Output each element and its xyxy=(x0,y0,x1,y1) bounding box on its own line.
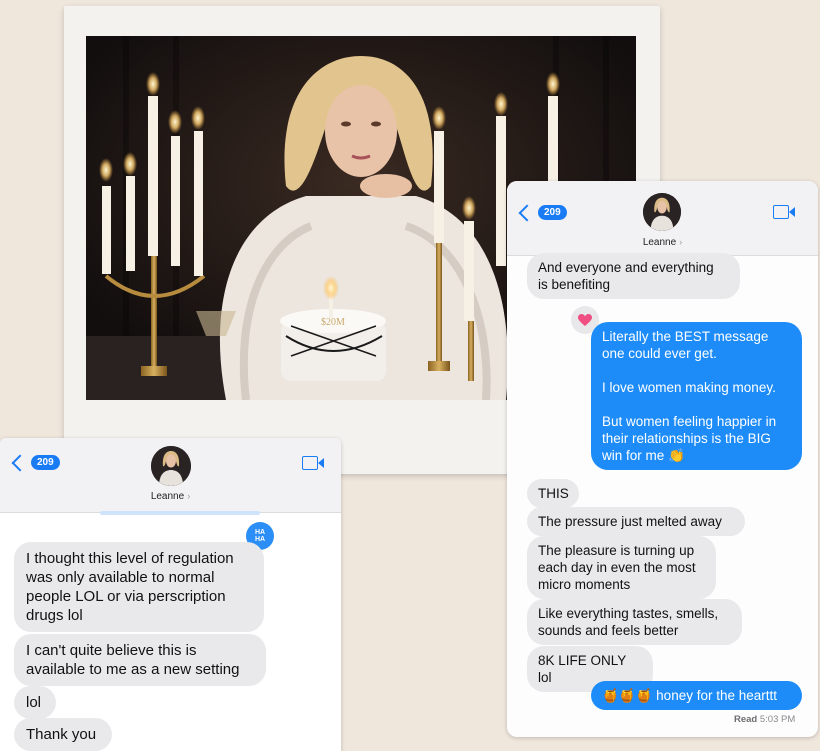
message-bubble-incoming: I thought this level of regulation was o… xyxy=(14,542,264,632)
message-bubble-incoming: Thank you xyxy=(14,718,112,751)
read-label: Read xyxy=(734,714,758,725)
left-chat-screenshot: 209 Leanne › HA HA I thought this level o… xyxy=(0,438,341,751)
previous-message-edge xyxy=(100,511,260,515)
chat-header: 209 Leanne › xyxy=(0,438,341,513)
contact-name-label: Leanne xyxy=(150,491,185,502)
back-button[interactable]: 209 xyxy=(518,204,567,221)
chevron-left-icon xyxy=(518,204,536,221)
read-time: 5:03 PM xyxy=(759,714,796,725)
chevron-right-icon: › xyxy=(187,491,191,501)
unread-count-badge: 209 xyxy=(538,205,567,220)
cake-text: $20M xyxy=(321,317,345,328)
message-bubble-incoming: I can't quite believe this is available … xyxy=(14,634,266,686)
right-chat-screenshot: 209 Leanne › And everyone and everything … xyxy=(507,181,818,737)
video-camera-icon[interactable] xyxy=(773,205,795,219)
message-bubble-incoming: Like everything tastes, smells, sounds a… xyxy=(527,599,742,645)
message-bubble-incoming: The pleasure is turning up each day in e… xyxy=(527,536,716,599)
video-camera-icon[interactable] xyxy=(302,456,324,470)
chevron-left-icon xyxy=(11,454,29,471)
chevron-right-icon: › xyxy=(679,237,683,247)
message-bubble-incoming: The pressure just melted away xyxy=(527,507,745,536)
chat-header: 209 Leanne › xyxy=(507,181,818,256)
avatar[interactable] xyxy=(643,193,681,231)
haha-tapback-label: HA HA xyxy=(254,529,266,543)
message-bubble-outgoing: 🍯🍯🍯 honey for the hearttt xyxy=(591,681,802,710)
unread-count-badge: 209 xyxy=(31,455,60,470)
message-bubble-incoming: And everyone and everything is benefitin… xyxy=(527,253,740,299)
avatar[interactable] xyxy=(151,446,191,486)
message-bubble-incoming: lol xyxy=(14,686,56,719)
back-button[interactable]: 209 xyxy=(11,454,60,471)
contact-name[interactable]: Leanne › xyxy=(507,237,818,248)
message-bubble-incoming: THIS xyxy=(527,479,579,508)
message-bubble-outgoing: Literally the BEST message one could eve… xyxy=(591,322,802,470)
read-receipt: Read 5:03 PM xyxy=(734,714,795,725)
contact-name[interactable]: Leanne › xyxy=(0,491,341,502)
contact-name-label: Leanne xyxy=(642,237,677,248)
